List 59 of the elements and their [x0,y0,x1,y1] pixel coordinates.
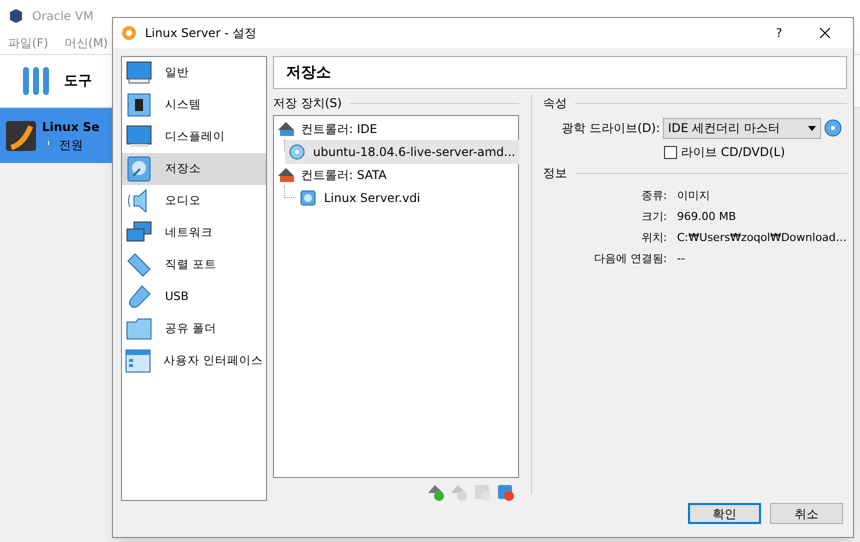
usb-stick-icon [126,284,152,310]
gear-icon [121,25,137,41]
dialog-title: Linux Server - 설정 [145,25,258,42]
menu-item[interactable]: 파일(F) [8,34,48,52]
live-cd-checkbox[interactable] [664,146,677,158]
page-title: 저장소 [273,56,847,89]
cube-icon [8,8,24,24]
caret-icon [808,126,816,130]
window-title: Oracle VM [32,8,94,25]
window-icon [125,349,152,373]
category-item[interactable]: 시스템 [122,89,266,121]
info-value: -- [677,251,685,268]
tree-item[interactable]: Linux Server.vdi [296,186,518,210]
power-icon [42,138,55,151]
category-item[interactable]: 디스플레이 [122,121,266,153]
info-value: C:₩Users₩zoqol₩Download… [677,230,847,246]
monitor-icon [126,125,152,149]
category-item[interactable]: 네트워크 [122,217,266,249]
checkbox-label: 라이브 CD/DVD(L) [681,144,786,161]
category-item[interactable]: USB [122,281,266,313]
vm-logo-icon [6,120,36,150]
vm-status: 전원 [59,136,83,154]
menu-item[interactable]: 머신(M) [64,34,108,52]
info-label: 위치: [640,230,667,246]
tools-icon [20,65,52,97]
category-item[interactable]: 사용자 인터페이스 [122,345,266,377]
category-item[interactable]: 일반 [122,57,266,89]
section-title: 정보 [543,165,567,182]
storage-label: 저장 장치(S) [273,95,342,112]
tree-item[interactable]: ubuntu-18.04.6-live-server-amd... [285,140,520,164]
close-icon [819,27,831,39]
info-label: 다음에 연결됨: [592,251,667,268]
category-item[interactable]: 오디오 [122,185,266,217]
optical-disc-icon [289,144,305,160]
add-controller-icon[interactable] [428,484,446,502]
vm-name: Linux Se [42,118,100,136]
dialog-button[interactable]: 확인 [688,503,761,524]
tree-item[interactable]: 컨트롤러: IDE [274,118,518,140]
drive-dropdown[interactable]: IDE 세컨더리 마스터 [663,118,821,138]
info-label: 종류: [640,188,667,204]
field-label: 광학 드라이브(D): [560,120,661,137]
connector-icon [126,252,152,278]
dialog-button[interactable]: 취소 [770,503,843,524]
help-button[interactable]: ? [761,21,797,45]
monitor-icon [126,61,152,85]
chip-icon [127,93,151,117]
category-item[interactable]: 공유 폴더 [122,313,266,345]
category-item[interactable]: 저장소 [122,153,266,185]
tools-label[interactable]: 도구 [64,70,92,92]
tree-item[interactable]: 컨트롤러: SATA [274,164,518,186]
remove-disk-icon[interactable] [497,484,515,502]
section-title: 속성 [543,95,567,112]
info-label: 크기: [640,209,667,226]
folder-icon [126,318,152,340]
vm-list-item[interactable]: Linux Se 전원 [0,108,112,163]
info-value: 이미지 [677,188,710,204]
info-value: 969.00 MB [677,209,736,226]
category-item[interactable]: 직렬 포트 [122,249,266,281]
disc-menu-button[interactable] [824,119,842,137]
